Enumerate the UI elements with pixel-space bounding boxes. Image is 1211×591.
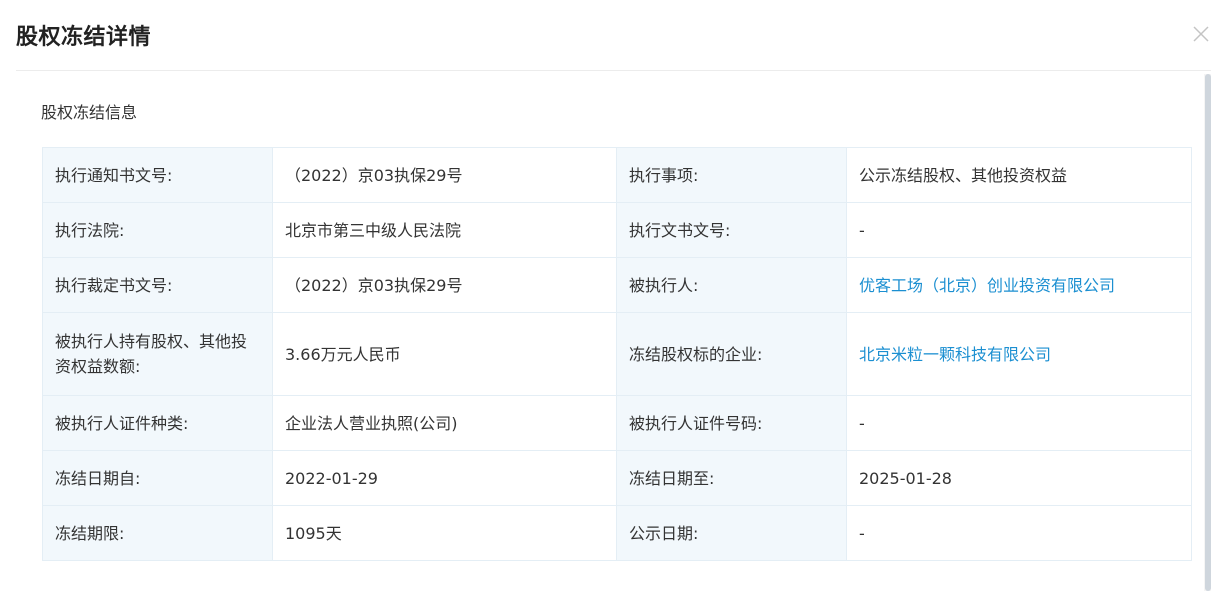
ruling-number-value: （2022）京03执保29号 [272, 257, 617, 313]
target-company-link[interactable]: 北京米粒一颗科技有限公司 [846, 312, 1192, 396]
table-row: 执行通知书文号: （2022）京03执保29号 执行事项: 公示冻结股权、其他投… [42, 147, 1192, 203]
equity-amount-label: 被执行人持有股权、其他投资权益数额: [42, 312, 273, 396]
table-row: 冻结期限: 1095天 公示日期: - [42, 505, 1192, 561]
equity-amount-value: 3.66万元人民币 [272, 312, 617, 396]
freeze-start-label: 冻结日期自: [42, 450, 273, 506]
court-value: 北京市第三中级人民法院 [272, 202, 617, 258]
table-row: 被执行人证件种类: 企业法人营业执照(公司) 被执行人证件号码: - [42, 395, 1192, 451]
execution-matter-value: 公示冻结股权、其他投资权益 [846, 147, 1192, 203]
scrollbar-thumb[interactable] [1205, 74, 1211, 591]
freeze-start-value: 2022-01-29 [272, 450, 617, 506]
table-row: 执行裁定书文号: （2022）京03执保29号 被执行人: 优客工场（北京）创业… [42, 257, 1192, 313]
dialog-title: 股权冻结详情 [16, 25, 152, 50]
target-company-label: 冻结股权标的企业: [616, 312, 847, 396]
table-row: 被执行人持有股权、其他投资权益数额: 3.66万元人民币 冻结股权标的企业: 北… [42, 312, 1192, 396]
ruling-number-label: 执行裁定书文号: [42, 257, 273, 313]
freeze-info-table: 执行通知书文号: （2022）京03执保29号 执行事项: 公示冻结股权、其他投… [42, 147, 1192, 561]
equity-freeze-detail-dialog: 股权冻结详情 股权冻结信息 执行通知书文号: （2022）京03执保29号 执行… [0, 0, 1211, 591]
publish-date-label: 公示日期: [616, 505, 847, 561]
id-type-value: 企业法人营业执照(公司) [272, 395, 617, 451]
id-type-label: 被执行人证件种类: [42, 395, 273, 451]
header-divider [16, 70, 1211, 71]
freeze-term-value: 1095天 [272, 505, 617, 561]
freeze-end-label: 冻结日期至: [616, 450, 847, 506]
section-title: 股权冻结信息 [41, 103, 138, 122]
document-number-label: 执行文书文号: [616, 202, 847, 258]
id-number-label: 被执行人证件号码: [616, 395, 847, 451]
notice-number-value: （2022）京03执保29号 [272, 147, 617, 203]
document-number-value: - [846, 202, 1192, 258]
id-number-value: - [846, 395, 1192, 451]
executed-party-link[interactable]: 优客工场（北京）创业投资有限公司 [846, 257, 1192, 313]
execution-matter-label: 执行事项: [616, 147, 847, 203]
table-row: 冻结日期自: 2022-01-29 冻结日期至: 2025-01-28 [42, 450, 1192, 506]
table-row: 执行法院: 北京市第三中级人民法院 执行文书文号: - [42, 202, 1192, 258]
close-icon[interactable] [1191, 24, 1211, 44]
freeze-end-value: 2025-01-28 [846, 450, 1192, 506]
executed-party-label: 被执行人: [616, 257, 847, 313]
court-label: 执行法院: [42, 202, 273, 258]
publish-date-value: - [846, 505, 1192, 561]
notice-number-label: 执行通知书文号: [42, 147, 273, 203]
freeze-term-label: 冻结期限: [42, 505, 273, 561]
dialog-header: 股权冻结详情 [0, 0, 1211, 70]
